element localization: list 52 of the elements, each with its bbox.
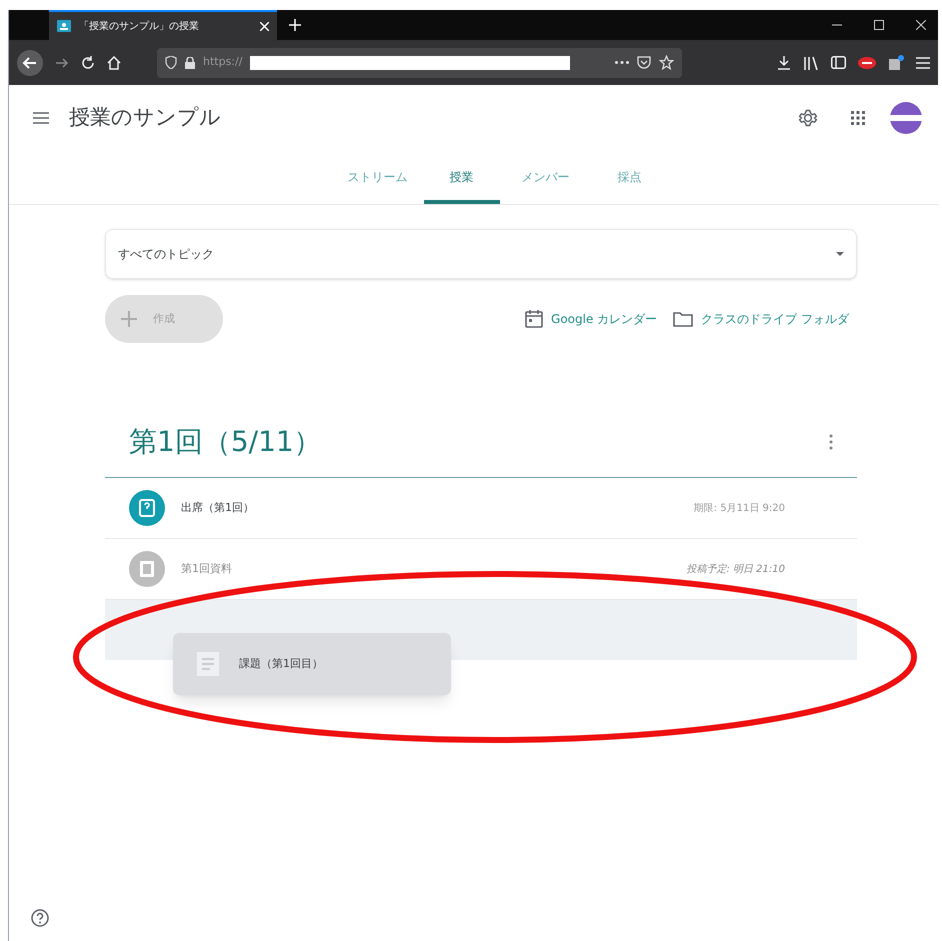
shield-icon	[165, 56, 177, 69]
calendar-icon	[525, 310, 544, 328]
nav-tab[interactable]: メンバー	[508, 150, 584, 204]
topic-heading: 第1回（5/11）	[129, 424, 323, 460]
calendar-link[interactable]: Google カレンダー	[525, 310, 658, 328]
classwork-item[interactable]: 出席（第1回） 期限: 5月11日 9:20	[105, 478, 857, 539]
new-tab-icon[interactable]	[289, 19, 301, 31]
lock-icon	[185, 56, 195, 68]
back-icon[interactable]	[17, 50, 43, 76]
avatar[interactable]	[890, 102, 922, 134]
close-icon[interactable]	[916, 20, 926, 30]
apps-icon[interactable]	[850, 110, 866, 126]
maximize-icon[interactable]	[874, 20, 884, 30]
nav-tab[interactable]: 授業	[424, 150, 500, 204]
item-title: 出席（第1回）	[181, 500, 255, 516]
menu-icon[interactable]	[33, 112, 49, 124]
sidebar-icon[interactable]	[831, 56, 846, 69]
classroom-icon	[57, 20, 71, 32]
dropdown-arrow-icon	[836, 252, 844, 256]
settings-icon[interactable]	[798, 108, 818, 128]
plus-icon	[121, 311, 137, 327]
topic-dropdown[interactable]: すべてのトピック	[105, 229, 857, 279]
reload-icon[interactable]	[81, 56, 95, 70]
folder-icon	[673, 311, 694, 327]
address-bar[interactable]: https://	[157, 48, 682, 78]
dragged-item-card[interactable]: 課題（第1回目）	[173, 633, 451, 695]
help-icon[interactable]	[31, 909, 49, 927]
library-icon[interactable]	[803, 56, 819, 70]
question-icon	[129, 490, 165, 526]
extension-icon[interactable]	[858, 56, 876, 70]
more-icon[interactable]	[615, 61, 629, 64]
item-title: 課題（第1回目）	[239, 656, 323, 672]
item-title: 第1回資料	[181, 560, 233, 577]
forward-icon[interactable]	[55, 56, 69, 70]
due-text: 投稿予定: 明日 21:10	[686, 562, 785, 576]
more-options-icon[interactable]	[829, 434, 833, 450]
assignment-icon	[197, 652, 219, 676]
browser-tab[interactable]: 「授業のサンプル」の授業	[49, 10, 277, 40]
url-text: https://	[203, 54, 242, 70]
class-title: 授業のサンプル	[69, 104, 221, 131]
home-icon[interactable]	[107, 56, 121, 70]
pocket-icon[interactable]	[637, 56, 651, 69]
nav-tab[interactable]: 採点	[592, 150, 668, 204]
drive-folder-link[interactable]: クラスのドライブ フォルダ	[673, 310, 849, 328]
download-icon[interactable]	[777, 56, 791, 70]
tab-title: 「授業のサンプル」の授業	[79, 20, 200, 34]
dropdown-value: すべてのトピック	[118, 246, 215, 263]
extension-icon[interactable]	[888, 54, 904, 70]
nav-tab[interactable]: ストリーム	[340, 150, 416, 204]
star-icon[interactable]	[659, 55, 674, 70]
due-text: 期限: 5月11日 9:20	[694, 502, 785, 516]
material-icon	[129, 551, 165, 587]
